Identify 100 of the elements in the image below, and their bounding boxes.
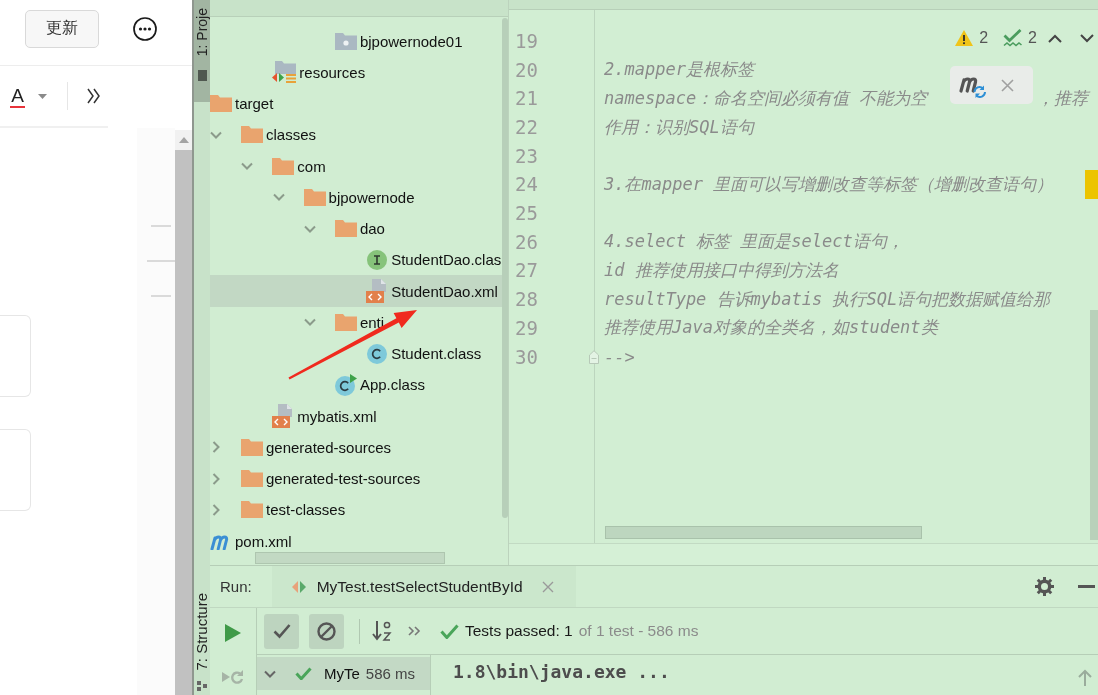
tree-item[interactable]: test-classes [210,494,502,526]
i-circle-icon [367,249,388,270]
font-color-button[interactable]: A [10,84,25,108]
line-number: 30 [514,345,539,368]
code-line: 2.mapper是根标签 [604,58,754,82]
double-chevron-icon[interactable] [87,88,100,104]
check-squiggle-icon[interactable] [1003,29,1023,47]
chevron-up-icon[interactable] [1048,33,1062,43]
folder-icon [210,95,232,112]
line-number: 24 [514,173,539,196]
chevron-right-icon[interactable] [210,503,222,516]
line-number: 25 [514,202,539,225]
tree-item[interactable]: Student.class [210,337,502,370]
line-number: 29 [514,316,539,339]
check-icon [272,623,291,639]
xml-file-icon [272,404,295,428]
scrollbar-thumb[interactable] [255,552,445,564]
tree-item[interactable]: generated-sources [210,431,502,463]
folder-icon [334,220,357,237]
code-line: ，推荐 [1037,86,1089,110]
line-number: 19 [514,30,539,52]
rerun-icon[interactable] [222,669,244,687]
panel-icon [197,70,207,82]
chevron-down-icon[interactable] [1080,33,1094,43]
folder-icon [241,501,263,519]
tree-item[interactable]: enti [210,306,502,338]
line-number: 23 [514,144,539,167]
chevron-right-icon[interactable] [210,472,222,485]
cancel-circle-icon [317,621,336,641]
line-number: 22 [514,116,539,139]
code-line: id 推荐使用接口中得到方法名 [604,259,839,282]
code-line: 推荐使用Java对象的全类名，如student类 [604,316,938,340]
line-number: 21 [514,87,539,110]
close-icon[interactable] [541,580,554,593]
tree-item[interactable]: bjpowernode [210,181,502,213]
code-line: namespace：命名空间必须有值 不能为空 [604,86,928,110]
tool-window-tab[interactable]: 7: Structure [194,593,210,695]
filter-button[interactable] [309,613,344,649]
check-icon [295,667,312,680]
triangle-up-icon [178,137,189,143]
code-line: 3.在mapper 里面可以写增删改查等标签（增删改查语句） [604,172,1054,196]
tree-item[interactable]: mybatis.xml [210,400,502,432]
warning-count: 2 [979,29,989,47]
tree-item[interactable]: generated-test-sources [210,462,502,495]
play-icon[interactable] [225,624,241,642]
resources-folder-icon [272,61,297,84]
folder-icon [334,313,357,331]
tree-item[interactable]: classes [210,119,502,151]
tree-item[interactable]: StudentDao.xml [210,275,502,307]
typo-count: 2 [1028,29,1037,47]
test-arrows-icon [291,579,306,594]
warning-icon[interactable] [955,30,974,46]
sort-icon[interactable] [372,620,392,642]
code-line: resultType 告诉mybatis 执行SQL语句把数据赋值给那 [604,287,1051,311]
folder-icon [241,126,263,144]
xml-file-icon [366,279,389,303]
folder-icon [334,32,357,50]
settings-icon[interactable] [1035,577,1054,596]
folder-icon [241,470,263,487]
chevron-right-icon[interactable] [210,441,222,454]
test-tree-item[interactable]: MyTe 586 ms [257,657,430,690]
arrow-up-icon[interactable] [1078,669,1092,687]
console-line: 1.8\bin\java.exe ... [453,661,670,683]
code-line: --> [604,346,635,367]
scroll-up-button[interactable] [175,130,192,150]
tree-item[interactable]: bjpowernode01 [210,25,502,57]
scrollbar-thumb[interactable] [605,526,922,539]
close-icon[interactable] [1001,78,1014,92]
scrollbar-thumb[interactable] [175,150,192,695]
c-circle-play-icon [334,373,357,396]
tree-item[interactable]: dao [210,212,502,245]
line-number: 27 [514,259,539,282]
duration-text: 586 ms [365,665,416,682]
tree-item[interactable]: App.class [210,369,502,401]
scrollbar-thumb[interactable] [1090,310,1098,540]
filter-button[interactable] [264,613,299,649]
caret-icon[interactable] [38,93,47,99]
tree-item[interactable]: StudentDao.clas [210,244,502,276]
folder-icon [241,438,263,456]
update-button[interactable]: 更新 [25,9,99,48]
c-circle-icon [367,343,388,364]
tree-item[interactable]: com [210,150,502,182]
code-line: 作用：识别SQL语句 [604,115,754,139]
tool-window-tab[interactable]: 1: Proje [194,0,210,103]
scrollbar-thumb[interactable] [502,18,508,518]
status-detail: of 1 test - 586 ms [578,622,699,640]
more-options-icon[interactable] [133,16,157,41]
run-tab[interactable]: MyTest.testSelectStudentById [271,566,576,607]
folder-icon [272,157,295,175]
fold-marker-icon[interactable] [589,349,599,364]
code-line: 4.select 标签 里面是select语句， [604,230,904,254]
check-icon [440,623,459,639]
tree-item[interactable]: resources [210,56,502,88]
tree-item[interactable]: target [210,87,502,120]
tree-item[interactable]: pom.xml [210,525,502,551]
dash-marks-icon [147,225,175,297]
folder-icon [303,188,326,206]
status-text: Tests passed: 1 [465,622,573,640]
line-number: 26 [514,230,539,253]
line-number: 28 [514,288,539,311]
